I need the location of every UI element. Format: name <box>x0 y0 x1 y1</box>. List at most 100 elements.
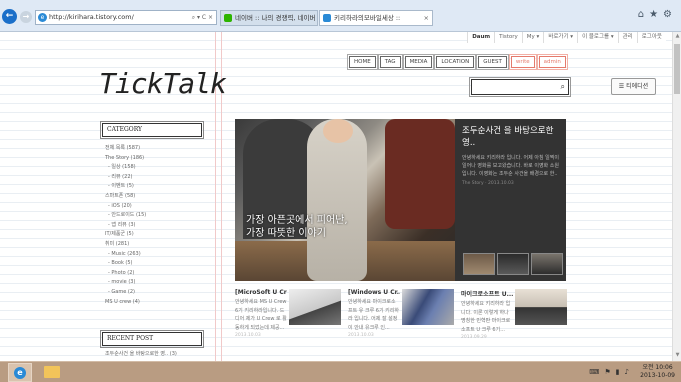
address-tools-icon[interactable]: ⌕ ▾ C × <box>192 11 213 24</box>
theme-button[interactable]: ☰ 티에디션 <box>611 78 656 95</box>
menu-media[interactable]: MEDIA <box>402 54 435 70</box>
featured-caption: 가장 아픈곳에서 피어난, 가장 따뜻한 이야기 <box>246 214 348 240</box>
my-menu[interactable]: My ▾ <box>521 32 544 43</box>
photo-person <box>385 119 455 229</box>
daum-link[interactable]: Daum <box>467 32 495 43</box>
featured-title[interactable]: 조두순사건 을 바탕으로한 영.. <box>462 125 559 149</box>
category-item[interactable]: - Game (2) <box>105 288 205 298</box>
featured-excerpt: 안녕하세요 키리하라 입니다. 어제 아침 일찍이 일어나 영화를 보고왔습니다… <box>462 155 559 177</box>
volume-icon[interactable]: ♪ <box>625 368 629 376</box>
post-thumbnail[interactable] <box>289 289 341 325</box>
post-excerpt: 안녕하세요 마이크로소프트 유 크루 6기 키리하라 입니다. 어제 잘 설정이… <box>348 299 399 331</box>
recent-post-item[interactable]: 조두순사건 을 바탕으로한 영.. (3) <box>105 350 177 357</box>
post-card[interactable]: 마이크로소프트 U... 안녕하세요 키리하라 입니다. 이론 이렇게 하나 명… <box>461 289 569 359</box>
category-item[interactable]: - 안드로이드 (15) <box>105 211 205 221</box>
category-item[interactable]: - 일상 (158) <box>105 163 205 173</box>
post-title[interactable]: [MicroSoft U Cre... <box>235 289 287 296</box>
menu-location[interactable]: LOCATION <box>434 54 477 70</box>
flag-icon[interactable]: ⚑ <box>604 368 610 376</box>
category-list: 전체 목록 (587) The Story (186) - 일상 (158) - 리뷰… <box>105 144 205 307</box>
category-item[interactable]: - 이벤트 (5) <box>105 182 205 192</box>
featured-thumbnails <box>463 253 563 275</box>
address-bar[interactable]: e http://kirihara.tistory.com/ ⌕ ▾ C × <box>35 10 217 25</box>
menu-tag[interactable]: TAG <box>377 54 403 70</box>
page-viewport: Daum Tistory My ▾ 바로가기 ▾ 이 블로그를 ▾ 관리 로그아… <box>0 32 672 361</box>
search-icon[interactable]: ⌕ <box>561 82 565 92</box>
category-item[interactable]: - iOS (20) <box>105 202 205 212</box>
featured-meta: The Story · 2013.10.03 <box>462 181 514 186</box>
close-tab-icon[interactable]: × <box>424 11 429 25</box>
post-card[interactable]: [MicroSoft U Cre... 안녕하세요 MS U Crew 6기 키… <box>235 289 343 359</box>
vertical-scrollbar[interactable]: ▲ ▼ <box>672 32 681 361</box>
photo-face <box>323 119 353 143</box>
category-item[interactable]: MS U crew (4) <box>105 298 205 308</box>
category-heading: CATEGORY <box>100 121 204 139</box>
gear-icon[interactable]: ⚙ <box>663 9 677 20</box>
category-item[interactable]: - Music (263) <box>105 250 205 260</box>
main-menu: HOME TAG MEDIA LOCATION GUEST write admi… <box>347 54 568 70</box>
menu-home[interactable]: HOME <box>347 54 378 70</box>
scroll-thumb[interactable] <box>674 44 680 94</box>
post-title[interactable]: 마이크로소프트 U... <box>461 289 513 298</box>
post-thumbnail[interactable] <box>402 289 454 325</box>
ie-favicon-icon <box>323 14 331 22</box>
photo-child <box>307 119 367 281</box>
category-item[interactable]: 취미 (281) <box>105 240 205 250</box>
menu-write[interactable]: write <box>508 54 537 70</box>
category-item[interactable]: 스마트폰 (58) <box>105 192 205 202</box>
menu-guest[interactable]: GUEST <box>476 54 509 70</box>
home-icon[interactable]: ⌂ <box>638 9 649 20</box>
tistory-link[interactable]: Tistory <box>494 32 522 43</box>
manage-link[interactable]: 관리 <box>617 32 637 43</box>
post-date: 2013.10.03 <box>235 333 261 338</box>
scroll-up-icon[interactable]: ▲ <box>673 33 681 41</box>
category-item[interactable]: - 앱 리뷰 (3) <box>105 221 205 231</box>
post-title[interactable]: [Windows U Cr... <box>348 289 400 296</box>
taskbar-ie-button[interactable]: e <box>8 363 32 382</box>
search-input[interactable]: ⌕ <box>469 77 571 97</box>
category-item[interactable]: - 리뷰 (22) <box>105 173 205 183</box>
back-icon[interactable]: ← <box>2 9 17 24</box>
browser-toolbar: ← → e http://kirihara.tistory.com/ ⌕ ▾ C… <box>0 0 681 32</box>
featured-panel[interactable]: 조두순사건 을 바탕으로한 영.. 안녕하세요 키리하라 입니다. 어제 아침 … <box>455 119 566 281</box>
caption-line: 가장 따뜻한 이야기 <box>246 228 326 239</box>
system-clock[interactable]: 오전 10:06 2013-10-09 <box>640 364 675 380</box>
tab-tistory[interactable]: 키리하라의모바일세상 :: × <box>319 10 433 26</box>
blog-menu[interactable]: 이 블로그를 ▾ <box>577 32 618 43</box>
recent-post-heading: RECENT POST <box>100 330 204 348</box>
favorites-star-icon[interactable]: ★ <box>649 9 663 20</box>
list-icon: ☰ <box>618 83 627 90</box>
category-item[interactable]: - Book (5) <box>105 259 205 269</box>
category-item[interactable]: - movie (3) <box>105 278 205 288</box>
category-item[interactable]: - Photo (2) <box>105 269 205 279</box>
system-tray: ⌨ ⚑ ▮ ♪ <box>589 368 629 376</box>
clock-date: 2013-10-09 <box>640 372 675 379</box>
post-card[interactable]: [Windows U Cr... 안녕하세요 마이크로소프트 유 크루 6기 키… <box>348 289 456 359</box>
keyboard-icon[interactable]: ⌨ <box>589 368 599 376</box>
scroll-down-icon[interactable]: ▼ <box>673 352 681 360</box>
thumbnail[interactable] <box>497 253 529 275</box>
post-thumbnail[interactable] <box>515 289 567 325</box>
file-explorer-icon[interactable] <box>44 366 60 378</box>
url-text: http://kirihara.tistory.com/ <box>49 13 134 21</box>
thumbnail[interactable] <box>531 253 563 275</box>
forward-icon[interactable]: → <box>20 11 32 23</box>
network-icon[interactable]: ▮ <box>616 368 620 376</box>
blog-logo[interactable]: TickTalk <box>99 67 227 100</box>
menu-admin[interactable]: admin <box>536 54 568 70</box>
logout-link[interactable]: 로그아웃 <box>636 32 666 43</box>
featured-image[interactable]: 가장 아픈곳에서 피어난, 가장 따뜻한 이야기 <box>235 119 455 281</box>
category-item[interactable]: 전체 목록 (587) <box>105 144 205 154</box>
taskbar: e ⌨ ⚑ ▮ ♪ 오전 10:06 2013-10-09 <box>0 361 681 382</box>
category-item[interactable]: IT/제품군 (5) <box>105 230 205 240</box>
naver-favicon-icon <box>224 14 232 22</box>
tab-naver[interactable]: 네이버 :: 나의 경쟁력, 네이버 <box>220 10 318 26</box>
category-item[interactable]: The Story (186) <box>105 154 205 164</box>
post-excerpt: 안녕하세요 키리하라 입니다. 이론 이렇게 하나 명칭한 민혁판 마이크로소프… <box>461 301 511 333</box>
post-excerpt: 안녕하세요 MS U Crew 6기 키리하라입니다. 드디어 제가 U Cre… <box>235 299 287 331</box>
shortcut-menu[interactable]: 바로가기 ▾ <box>543 32 578 43</box>
thumbnail[interactable] <box>463 253 495 275</box>
ie-icon: e <box>14 367 26 379</box>
top-links: Daum Tistory My ▾ 바로가기 ▾ 이 블로그를 ▾ 관리 로그아… <box>467 32 666 43</box>
theme-button-label: 티에디션 <box>626 83 649 90</box>
